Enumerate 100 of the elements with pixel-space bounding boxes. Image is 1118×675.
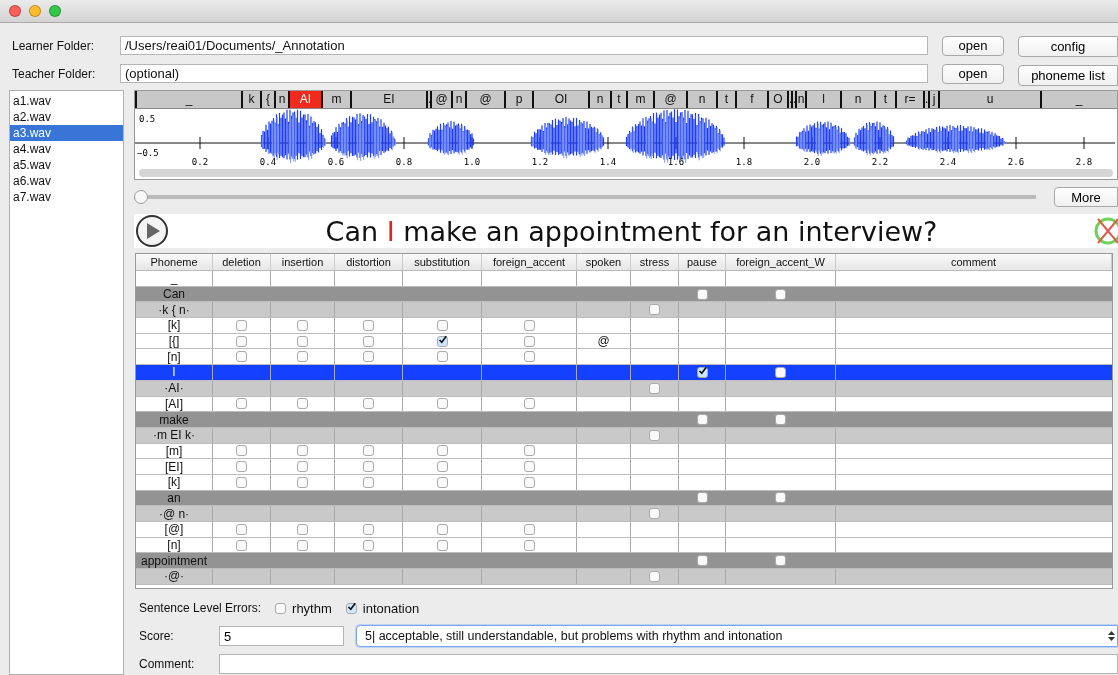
file-item[interactable]: a5.wav <box>10 157 123 173</box>
checkbox[interactable] <box>297 539 308 551</box>
checkbox[interactable] <box>236 351 247 363</box>
file-item[interactable]: a7.wav <box>10 189 123 205</box>
phoneme-list-button[interactable]: phoneme list <box>1018 65 1118 86</box>
checkbox[interactable] <box>236 319 247 331</box>
column-header[interactable]: substitution <box>403 254 482 270</box>
syllable-row[interactable]: ·@ n· <box>136 506 1112 522</box>
checkbox[interactable] <box>363 523 374 535</box>
checkbox[interactable] <box>523 335 535 347</box>
phoneme-segment[interactable]: n <box>451 91 465 108</box>
checkbox[interactable] <box>649 570 660 582</box>
checkbox[interactable] <box>649 382 660 394</box>
checkbox[interactable] <box>436 398 448 410</box>
checkbox[interactable] <box>775 414 786 426</box>
phoneme-segment[interactable]: . <box>923 91 928 108</box>
word-row[interactable]: appointment <box>136 553 1112 570</box>
checkbox[interactable] <box>696 288 708 300</box>
score-field[interactable]: 5 <box>219 626 344 646</box>
file-item[interactable]: a4.wav <box>10 141 123 157</box>
checkbox[interactable] <box>297 351 308 363</box>
checkbox[interactable] <box>363 539 374 551</box>
checkbox[interactable] <box>363 335 374 347</box>
column-header[interactable]: distortion <box>335 254 403 270</box>
phoneme-segment[interactable]: n <box>274 91 288 108</box>
checkbox[interactable] <box>696 492 708 504</box>
checkbox[interactable] <box>523 476 535 488</box>
checkbox[interactable] <box>696 555 708 567</box>
column-header[interactable]: insertion <box>271 254 335 270</box>
checkbox[interactable] <box>775 555 786 567</box>
zoom-button[interactable] <box>49 5 61 17</box>
slider-thumb[interactable] <box>134 190 148 204</box>
checkbox[interactable] <box>297 398 308 410</box>
checkbox[interactable] <box>297 335 308 347</box>
column-header[interactable]: stress <box>631 254 679 270</box>
checkbox[interactable] <box>297 461 308 473</box>
checkbox[interactable] <box>363 351 374 363</box>
column-header[interactable]: foreign_accent_W <box>726 254 836 270</box>
phone-row[interactable]: [@] <box>136 522 1112 538</box>
column-header[interactable]: spoken <box>577 254 631 270</box>
folder-field[interactable]: /Users/reai01/Documents/_Annotation <box>120 36 928 55</box>
checkbox[interactable] <box>775 288 786 300</box>
checkbox[interactable] <box>523 461 535 473</box>
checkbox[interactable] <box>649 429 660 441</box>
comment-field[interactable] <box>219 654 1118 674</box>
phoneme-segment[interactable]: . <box>791 91 795 108</box>
checkbox[interactable] <box>345 602 357 614</box>
phoneme-segment[interactable]: AI <box>288 91 321 108</box>
column-header[interactable]: comment <box>836 254 1112 270</box>
score-dropdown[interactable]: 5| acceptable, still understandable, but problems with rhythm and intonation <box>356 625 1118 647</box>
phoneme-segment[interactable]: . <box>787 91 791 108</box>
checkbox[interactable] <box>436 476 448 488</box>
checkbox[interactable] <box>275 602 287 614</box>
column-header[interactable]: pause <box>679 254 726 270</box>
open-button[interactable]: open <box>942 63 1004 84</box>
checkbox[interactable] <box>363 476 374 488</box>
checkbox[interactable] <box>297 319 308 331</box>
file-item[interactable]: a1.wav <box>10 93 123 109</box>
checkbox[interactable] <box>436 539 448 551</box>
column-header[interactable]: foreign_accent <box>482 254 577 270</box>
checkbox[interactable] <box>523 398 535 410</box>
play-icon[interactable] <box>135 214 169 248</box>
more-button[interactable]: More <box>1054 187 1118 207</box>
checkbox[interactable] <box>696 414 708 426</box>
checkbox[interactable] <box>523 523 535 535</box>
checkbox[interactable] <box>775 492 786 504</box>
word-row[interactable]: make <box>136 412 1112 428</box>
checkbox[interactable] <box>236 476 247 488</box>
checkbox[interactable] <box>236 445 247 457</box>
checkbox[interactable] <box>523 539 535 551</box>
checkbox[interactable] <box>297 445 308 457</box>
column-header[interactable]: Phoneme <box>136 254 213 270</box>
checkbox[interactable] <box>236 398 247 410</box>
open-button[interactable]: open <box>942 35 1004 56</box>
column-header[interactable]: deletion <box>213 254 271 270</box>
checkbox[interactable] <box>363 398 374 410</box>
syllable-row[interactable]: ·k { n· <box>136 302 1112 319</box>
checkbox[interactable] <box>523 351 535 363</box>
file-item[interactable]: a2.wav <box>10 109 123 125</box>
checkbox[interactable] <box>649 304 660 316</box>
config-button[interactable]: config <box>1018 36 1118 57</box>
checkbox[interactable] <box>236 523 247 535</box>
folder-field[interactable]: (optional) <box>120 64 928 83</box>
checkbox[interactable] <box>236 461 247 473</box>
checkbox[interactable] <box>696 366 708 378</box>
checkbox[interactable] <box>236 335 247 347</box>
checkbox[interactable] <box>436 335 448 347</box>
checkbox[interactable] <box>363 445 374 457</box>
checkbox[interactable] <box>436 523 448 535</box>
selected-row[interactable]: I <box>136 365 1112 381</box>
checkbox[interactable] <box>363 461 374 473</box>
blank-row[interactable]: _ <box>136 271 1112 287</box>
checkbox[interactable] <box>523 445 535 457</box>
file-item[interactable]: a3.wav <box>10 125 123 141</box>
checkbox[interactable] <box>523 319 535 331</box>
checkbox[interactable] <box>775 366 786 378</box>
syllable-row[interactable]: ·@· <box>136 569 1112 585</box>
phone-row[interactable]: [n] <box>136 349 1112 366</box>
phone-row[interactable]: [k] <box>136 318 1112 334</box>
checkbox[interactable] <box>363 319 374 331</box>
